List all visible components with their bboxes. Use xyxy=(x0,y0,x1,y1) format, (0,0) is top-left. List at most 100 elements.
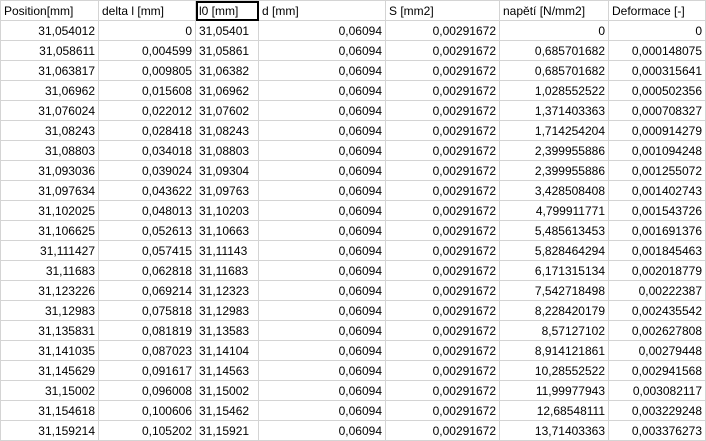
cell-deformace[interactable]: 0,002627808 xyxy=(608,320,706,341)
cell-deformace[interactable]: 0,000708327 xyxy=(608,100,706,121)
cell-l0[interactable]: 31,09763 xyxy=(195,180,259,201)
cell-napeti[interactable]: 3,428508408 xyxy=(499,180,609,201)
header-cell-position[interactable]: Position[mm] xyxy=(0,0,99,21)
cell-position[interactable]: 31,145629 xyxy=(0,360,99,381)
cell-s[interactable]: 0,00291672 xyxy=(385,320,500,341)
cell-s[interactable]: 0,00291672 xyxy=(385,80,500,101)
cell-delta-l[interactable]: 0,091617 xyxy=(98,360,196,381)
cell-napeti[interactable]: 2,399955886 xyxy=(499,140,609,161)
cell-l0[interactable]: 31,15921 xyxy=(195,420,259,441)
cell-delta-l[interactable]: 0,015608 xyxy=(98,80,196,101)
cell-s[interactable]: 0,00291672 xyxy=(385,420,500,441)
header-cell-delta-l[interactable]: delta l [mm] xyxy=(98,0,196,21)
cell-s[interactable]: 0,00291672 xyxy=(385,20,500,41)
cell-deformace[interactable]: 0,002941568 xyxy=(608,360,706,381)
cell-d[interactable]: 0,06094 xyxy=(258,100,386,121)
cell-delta-l[interactable]: 0,081819 xyxy=(98,320,196,341)
cell-s[interactable]: 0,00291672 xyxy=(385,240,500,261)
cell-delta-l[interactable]: 0 xyxy=(98,20,196,41)
cell-l0[interactable]: 31,12983 xyxy=(195,300,259,321)
cell-deformace[interactable]: 0,001543726 xyxy=(608,200,706,221)
cell-s[interactable]: 0,00291672 xyxy=(385,200,500,221)
cell-s[interactable]: 0,00291672 xyxy=(385,340,500,361)
cell-s[interactable]: 0,00291672 xyxy=(385,380,500,401)
cell-position[interactable]: 31,076024 xyxy=(0,100,99,121)
cell-position[interactable]: 31,154618 xyxy=(0,400,99,421)
cell-napeti[interactable]: 1,714254204 xyxy=(499,120,609,141)
cell-delta-l[interactable]: 0,048013 xyxy=(98,200,196,221)
cell-l0[interactable]: 31,08243 xyxy=(195,120,259,141)
cell-l0[interactable]: 31,06962 xyxy=(195,80,259,101)
cell-l0[interactable]: 31,14104 xyxy=(195,340,259,361)
cell-deformace[interactable]: 0,000914279 xyxy=(608,120,706,141)
header-cell-d[interactable]: d [mm] xyxy=(258,0,386,21)
header-cell-deformace[interactable]: Deformace [-] xyxy=(608,0,706,21)
cell-s[interactable]: 0,00291672 xyxy=(385,220,500,241)
cell-s[interactable]: 0,00291672 xyxy=(385,400,500,421)
cell-s[interactable]: 0,00291672 xyxy=(385,360,500,381)
cell-position[interactable]: 31,063817 xyxy=(0,60,99,81)
cell-napeti[interactable]: 10,28552522 xyxy=(499,360,609,381)
cell-napeti[interactable]: 0 xyxy=(499,20,609,41)
cell-d[interactable]: 0,06094 xyxy=(258,20,386,41)
cell-delta-l[interactable]: 0,004599 xyxy=(98,40,196,61)
cell-position[interactable]: 31,12983 xyxy=(0,300,99,321)
cell-d[interactable]: 0,06094 xyxy=(258,120,386,141)
cell-s[interactable]: 0,00291672 xyxy=(385,120,500,141)
cell-l0[interactable]: 31,11143 xyxy=(195,240,259,261)
cell-delta-l[interactable]: 0,052613 xyxy=(98,220,196,241)
cell-d[interactable]: 0,06094 xyxy=(258,200,386,221)
cell-l0[interactable]: 31,14563 xyxy=(195,360,259,381)
cell-napeti[interactable]: 8,57127102 xyxy=(499,320,609,341)
cell-d[interactable]: 0,06094 xyxy=(258,380,386,401)
cell-deformace[interactable]: 0,000148075 xyxy=(608,40,706,61)
cell-s[interactable]: 0,00291672 xyxy=(385,100,500,121)
cell-deformace[interactable]: 0,001402743 xyxy=(608,180,706,201)
cell-deformace[interactable]: 0,001255072 xyxy=(608,160,706,181)
cell-deformace[interactable]: 0,000502356 xyxy=(608,80,706,101)
cell-delta-l[interactable]: 0,028418 xyxy=(98,120,196,141)
cell-d[interactable]: 0,06094 xyxy=(258,220,386,241)
cell-delta-l[interactable]: 0,039024 xyxy=(98,160,196,181)
cell-d[interactable]: 0,06094 xyxy=(258,140,386,161)
cell-l0[interactable]: 31,12323 xyxy=(195,280,259,301)
cell-position[interactable]: 31,08803 xyxy=(0,140,99,161)
cell-d[interactable]: 0,06094 xyxy=(258,180,386,201)
cell-l0[interactable]: 31,05861 xyxy=(195,40,259,61)
cell-l0[interactable]: 31,08803 xyxy=(195,140,259,161)
cell-deformace[interactable]: 0,002018779 xyxy=(608,260,706,281)
cell-d[interactable]: 0,06094 xyxy=(258,160,386,181)
cell-napeti[interactable]: 8,228420179 xyxy=(499,300,609,321)
cell-s[interactable]: 0,00291672 xyxy=(385,140,500,161)
cell-delta-l[interactable]: 0,022012 xyxy=(98,100,196,121)
cell-deformace[interactable]: 0,001691376 xyxy=(608,220,706,241)
cell-delta-l[interactable]: 0,105202 xyxy=(98,420,196,441)
cell-napeti[interactable]: 8,914121861 xyxy=(499,340,609,361)
cell-position[interactable]: 31,135831 xyxy=(0,320,99,341)
cell-l0[interactable]: 31,11683 xyxy=(195,260,259,281)
cell-delta-l[interactable]: 0,087023 xyxy=(98,340,196,361)
cell-napeti[interactable]: 6,171315134 xyxy=(499,260,609,281)
cell-napeti[interactable]: 4,799911771 xyxy=(499,200,609,221)
cell-napeti[interactable]: 11,99977943 xyxy=(499,380,609,401)
cell-d[interactable]: 0,06094 xyxy=(258,360,386,381)
cell-d[interactable]: 0,06094 xyxy=(258,40,386,61)
cell-position[interactable]: 31,058611 xyxy=(0,40,99,61)
cell-l0[interactable]: 31,10203 xyxy=(195,200,259,221)
cell-position[interactable]: 31,097634 xyxy=(0,180,99,201)
cell-napeti[interactable]: 12,68548111 xyxy=(499,400,609,421)
cell-delta-l[interactable]: 0,096008 xyxy=(98,380,196,401)
cell-position[interactable]: 31,054012 xyxy=(0,20,99,41)
cell-s[interactable]: 0,00291672 xyxy=(385,180,500,201)
cell-deformace[interactable]: 0,001845463 xyxy=(608,240,706,261)
cell-napeti[interactable]: 0,685701682 xyxy=(499,60,609,81)
cell-deformace[interactable]: 0,003229248 xyxy=(608,400,706,421)
cell-position[interactable]: 31,159214 xyxy=(0,420,99,441)
cell-l0[interactable]: 31,09304 xyxy=(195,160,259,181)
cell-l0[interactable]: 31,06382 xyxy=(195,60,259,81)
cell-delta-l[interactable]: 0,043622 xyxy=(98,180,196,201)
cell-l0[interactable]: 31,05401 xyxy=(195,20,259,41)
cell-deformace[interactable]: 0,003082117 xyxy=(608,380,706,401)
cell-position[interactable]: 31,106625 xyxy=(0,220,99,241)
cell-s[interactable]: 0,00291672 xyxy=(385,60,500,81)
